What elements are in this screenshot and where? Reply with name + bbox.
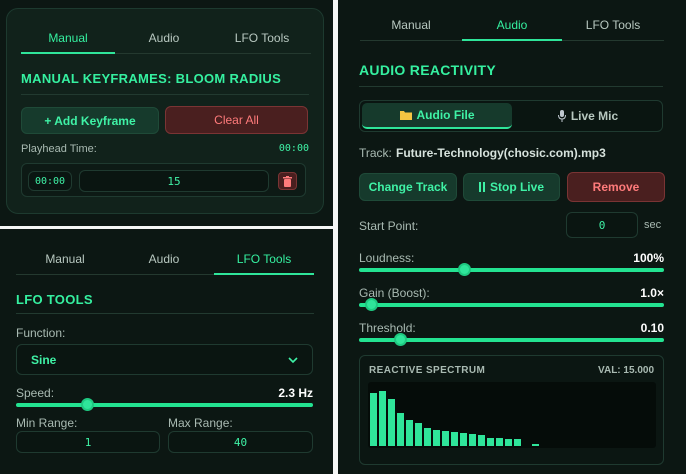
- divider: [359, 86, 663, 87]
- manual-panel: Manual Audio LFO Tools MANUAL KEYFRAMES:…: [0, 0, 333, 226]
- spectrum-graph: [368, 382, 656, 448]
- source-toggle: Audio File Live Mic: [359, 100, 663, 132]
- keyframe-row: 00:00 15: [21, 163, 306, 197]
- start-point-unit: sec: [644, 219, 662, 231]
- spectrum-bar: [388, 399, 395, 446]
- function-select[interactable]: Sine: [16, 344, 313, 375]
- loudness-slider-track: [359, 268, 664, 272]
- tab-manual[interactable]: Manual: [16, 252, 114, 275]
- manual-tabs: Manual Audio LFO Tools: [21, 31, 311, 54]
- spectrum-bar: [379, 390, 386, 446]
- folder-icon: [399, 111, 412, 120]
- clear-all-button[interactable]: Clear All: [165, 106, 308, 134]
- speed-slider[interactable]: [16, 398, 313, 412]
- keyframe-value-input[interactable]: 15: [79, 170, 269, 192]
- gain-slider[interactable]: [359, 298, 664, 312]
- tab-manual[interactable]: Manual: [360, 18, 462, 41]
- delete-keyframe-button[interactable]: [278, 172, 297, 190]
- tab-audio[interactable]: Audio: [462, 18, 562, 41]
- spectrum-bar: [532, 444, 539, 446]
- spectrum-bar: [451, 432, 458, 446]
- add-keyframe-button[interactable]: + Add Keyframe: [21, 107, 159, 134]
- speed-slider-thumb[interactable]: [81, 398, 95, 411]
- remove-button[interactable]: Remove: [567, 172, 665, 202]
- spectrum-bar: [433, 429, 440, 446]
- playhead-value: 00:00: [278, 143, 309, 154]
- threshold-slider-thumb[interactable]: [394, 333, 408, 346]
- max-range-label: Max Range:: [168, 416, 233, 430]
- spectrum-bar: [514, 438, 521, 446]
- section-title: AUDIO REACTIVITY: [359, 62, 497, 78]
- spectrum-bar: [496, 438, 503, 446]
- pause-icon: [478, 182, 485, 192]
- section-title: LFO TOOLS: [16, 292, 93, 307]
- spectrum-bar: [469, 434, 476, 446]
- threshold-slider[interactable]: [359, 333, 664, 347]
- spectrum-bar: [487, 437, 494, 446]
- section-title: MANUAL KEYFRAMES: BLOOM RADIUS: [21, 71, 282, 86]
- spectrum-bar: [370, 393, 377, 446]
- lfo-panel: Manual Audio LFO Tools LFO TOOLS Functio…: [0, 229, 333, 474]
- spectrum-panel: REACTIVE SPECTRUM VAL: 15.000: [359, 355, 664, 465]
- gain-slider-track: [359, 303, 664, 307]
- tab-manual[interactable]: Manual: [21, 31, 115, 54]
- playhead-label: Playhead Time:: [21, 143, 97, 155]
- chevron-down-icon: [288, 357, 298, 364]
- keyframe-time[interactable]: 00:00: [28, 171, 72, 191]
- spectrum-bar: [424, 428, 431, 446]
- spectrum-bar: [505, 438, 512, 446]
- tab-lfo-tools[interactable]: LFO Tools: [562, 18, 664, 41]
- live-mic-tab[interactable]: Live Mic: [514, 103, 662, 129]
- audio-tabs: Manual Audio LFO Tools: [360, 18, 664, 41]
- min-range-input[interactable]: 1: [16, 431, 160, 453]
- manual-card: Manual Audio LFO Tools MANUAL KEYFRAMES:…: [6, 8, 324, 214]
- live-mic-label: Live Mic: [570, 109, 619, 123]
- min-range-label: Min Range:: [16, 416, 78, 430]
- audio-file-tab[interactable]: Audio File: [362, 103, 512, 129]
- tab-audio[interactable]: Audio: [115, 31, 213, 54]
- track-label: Track:: [359, 146, 392, 160]
- gain-slider-thumb[interactable]: [364, 298, 378, 311]
- trash-icon: [283, 175, 292, 187]
- microphone-icon: [557, 110, 566, 122]
- function-value: Sine: [31, 353, 57, 367]
- max-range-input[interactable]: 40: [168, 431, 313, 453]
- stop-live-label: Stop Live: [489, 180, 544, 194]
- change-track-button[interactable]: Change Track: [359, 173, 457, 201]
- divider: [16, 313, 314, 314]
- audio-panel: Manual Audio LFO Tools AUDIO REACTIVITY …: [338, 0, 686, 474]
- function-label: Function:: [16, 326, 66, 340]
- spectrum-bar: [415, 423, 422, 446]
- spectrum-bar: [406, 420, 413, 446]
- lfo-tabs: Manual Audio LFO Tools: [16, 252, 314, 275]
- spectrum-bar: [478, 435, 485, 446]
- track-name: Future-Technology(chosic.com).mp3: [396, 146, 606, 160]
- start-point-input[interactable]: 0: [566, 212, 638, 238]
- spectrum-bar: [397, 413, 404, 446]
- speed-slider-track: [16, 403, 313, 407]
- spectrum-title: REACTIVE SPECTRUM: [369, 365, 486, 376]
- divider: [21, 94, 309, 95]
- spectrum-value: VAL: 15.000: [598, 365, 654, 376]
- tab-lfo-tools[interactable]: LFO Tools: [213, 31, 311, 54]
- spectrum-bar: [460, 432, 467, 446]
- spectrum-bar: [442, 431, 449, 446]
- audio-file-label: Audio File: [416, 108, 475, 122]
- tab-lfo-tools[interactable]: LFO Tools: [214, 252, 314, 275]
- tab-audio[interactable]: Audio: [114, 252, 214, 275]
- loudness-slider[interactable]: [359, 263, 664, 277]
- stop-live-button[interactable]: Stop Live: [463, 173, 560, 201]
- loudness-slider-thumb[interactable]: [458, 263, 472, 276]
- start-point-label: Start Point:: [359, 219, 419, 233]
